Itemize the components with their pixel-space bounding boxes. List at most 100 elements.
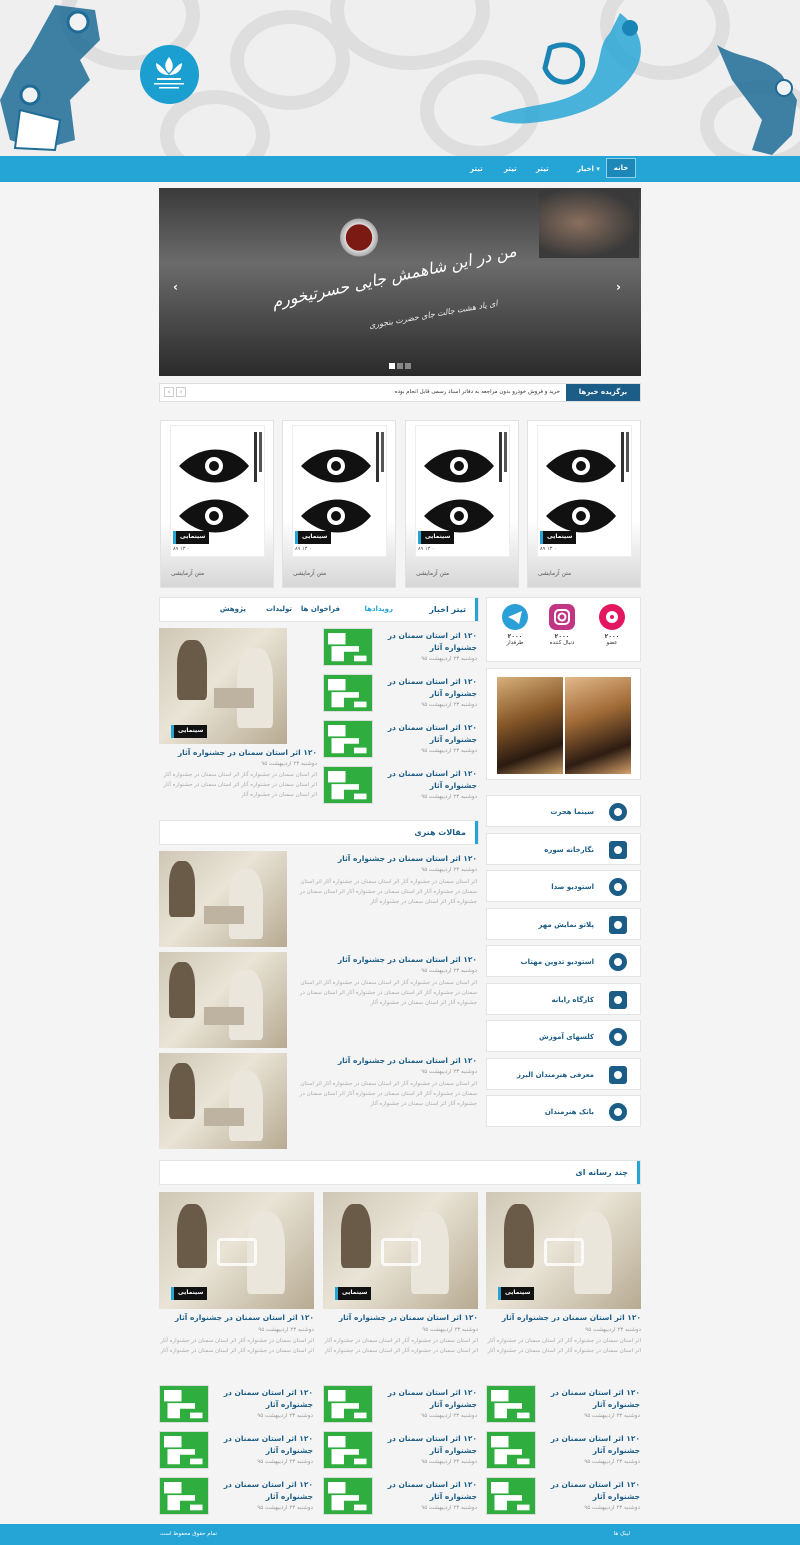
slider-dot[interactable] bbox=[397, 363, 403, 369]
service-item[interactable]: سینما هجرت bbox=[486, 795, 641, 827]
footer-links[interactable]: لینک ها bbox=[614, 1524, 630, 1545]
nav-item-home[interactable]: خانه bbox=[606, 158, 636, 178]
featured-news-body: اثر استان سمنان در جشنواره آثار اثر استا… bbox=[163, 772, 317, 798]
media-list-title[interactable]: ۱۲۰ اثر استان سمنان در جشنواره آثار bbox=[380, 1387, 477, 1411]
featured-news-title[interactable]: ۱۲۰ اثر استان سمنان در جشنواره آثار bbox=[159, 747, 317, 759]
news-item-title[interactable]: ۱۲۰ اثر استان سمنان در جشنواره آثار bbox=[380, 768, 477, 792]
article-title[interactable]: ۱۲۰ اثر استان سمنان در جشنواره آثار bbox=[295, 853, 477, 865]
media-list-title[interactable]: ۱۲۰ اثر استان سمنان در جشنواره آثار bbox=[543, 1479, 640, 1503]
multimedia-date: دوشنبه ۲۳ اردیبهشت ۹۵ bbox=[422, 1327, 478, 1333]
book-cover-thumbnail[interactable] bbox=[323, 628, 373, 666]
multimedia-title-link[interactable]: ۱۲۰ اثر استان سمنان در جشنواره آثار bbox=[323, 1312, 478, 1324]
book-cover-thumbnail[interactable] bbox=[159, 1477, 209, 1515]
nav-item-news[interactable]: اخبار ▾ bbox=[577, 156, 600, 182]
category-badge: سینمایی bbox=[295, 531, 332, 544]
title-accent bbox=[637, 1161, 640, 1184]
article-title[interactable]: ۱۲۰ اثر استان سمنان در جشنواره آثار bbox=[295, 1055, 477, 1067]
news-tab[interactable]: رویدادها bbox=[364, 605, 393, 613]
card-caption[interactable]: متن آزمایشی bbox=[416, 570, 449, 577]
book-cover-thumbnail[interactable] bbox=[486, 1431, 536, 1469]
book-cover-thumbnail[interactable] bbox=[486, 1385, 536, 1423]
service-item[interactable]: پلاتو نمایش مهر bbox=[486, 907, 641, 940]
card-caption[interactable]: متن آزمایشی bbox=[293, 570, 326, 577]
card-caption[interactable]: متن آزمایشی bbox=[171, 570, 204, 577]
media-list-title[interactable]: ۱۲۰ اثر استان سمنان در جشنواره آثار bbox=[216, 1387, 313, 1411]
featured-news-date: دوشنبه ۲۳ اردیبهشت ۹۵ bbox=[261, 761, 317, 767]
book-cover-thumbnail[interactable] bbox=[323, 766, 373, 804]
multimedia-title-link[interactable]: ۱۲۰ اثر استان سمنان در جشنواره آثار bbox=[486, 1312, 641, 1324]
service-item[interactable]: نگارخانه سوره bbox=[486, 832, 641, 865]
service-item[interactable]: استودیو صدا bbox=[486, 870, 641, 902]
article-photo[interactable] bbox=[159, 851, 287, 947]
multimedia-body: اثر استان سمنان در جشنواره آثار اثر استا… bbox=[487, 1338, 641, 1354]
lotus-emblem-icon bbox=[154, 57, 184, 89]
media-list-title[interactable]: ۱۲۰ اثر استان سمنان در جشنواره آثار bbox=[543, 1433, 640, 1457]
media-list-title[interactable]: ۱۲۰ اثر استان سمنان در جشنواره آثار bbox=[216, 1433, 313, 1457]
featured-card[interactable]: سینمایی ۸۹ ۱۳ ۰ متن آزمایشی bbox=[527, 420, 641, 588]
media-list-date: دوشنبه ۲۳ اردیبهشت ۹۵ bbox=[257, 1413, 313, 1419]
ticker-prev-button[interactable]: ‹ bbox=[164, 387, 174, 397]
book-cover-thumbnail[interactable] bbox=[323, 1431, 373, 1469]
media-list-title[interactable]: ۱۲۰ اثر استان سمنان در جشنواره آثار bbox=[380, 1479, 477, 1503]
news-tab[interactable]: پژوهش bbox=[220, 605, 246, 613]
card-caption[interactable]: متن آزمایشی bbox=[538, 570, 571, 577]
site-logo[interactable] bbox=[140, 45, 199, 104]
service-item[interactable]: استودیو تدوین مهتاب bbox=[486, 945, 641, 977]
social-item[interactable]: ۲۰۰۰ دنبال کننده bbox=[542, 604, 582, 659]
news-tab[interactable]: تولیدات bbox=[266, 605, 292, 613]
news-box-title: تیتر اخبار bbox=[429, 605, 466, 614]
multimedia-photo[interactable]: سینمایی bbox=[486, 1192, 641, 1309]
ticker-text[interactable]: خرید و فروش خودرو بدون مراجعه به دفاتر ا… bbox=[260, 384, 560, 401]
book-cover-thumbnail[interactable] bbox=[323, 1385, 373, 1423]
media-list-title[interactable]: ۱۲۰ اثر استان سمنان در جشنواره آثار bbox=[380, 1433, 477, 1457]
main-navigation: اخبار ▾ تیتر تیتر تیتر bbox=[0, 156, 800, 182]
multimedia-title-link[interactable]: ۱۲۰ اثر استان سمنان در جشنواره آثار bbox=[159, 1312, 314, 1324]
nav-item-title-3[interactable]: تیتر bbox=[470, 156, 483, 182]
social-label: طرفدار bbox=[506, 640, 524, 646]
featured-news-photo[interactable]: سینمایی bbox=[159, 628, 287, 744]
footer: لینک ها تمام حقوق محفوظ است bbox=[0, 1524, 800, 1545]
service-item[interactable]: معرفی هنرمندان البرز bbox=[486, 1057, 641, 1090]
featured-card[interactable]: سینمایی ۸۹ ۱۳ ۰ متن آزمایشی bbox=[160, 420, 274, 588]
slider-dot[interactable] bbox=[405, 363, 411, 369]
book-cover-thumbnail[interactable] bbox=[323, 674, 373, 712]
featured-card[interactable]: سینمایی ۸۹ ۱۳ ۰ متن آزمایشی bbox=[282, 420, 396, 588]
article-photo[interactable] bbox=[159, 1053, 287, 1149]
category-badge: سینمایی bbox=[335, 1287, 372, 1300]
social-item[interactable]: ۲۰۰۰ عضو bbox=[592, 604, 632, 659]
portrait-photo[interactable] bbox=[497, 677, 563, 774]
book-cover-thumbnail[interactable] bbox=[323, 720, 373, 758]
news-item-title[interactable]: ۱۲۰ اثر استان سمنان در جشنواره آثار bbox=[380, 676, 477, 700]
book-cover-thumbnail[interactable] bbox=[159, 1431, 209, 1469]
slider-next-arrow-icon[interactable]: › bbox=[616, 280, 621, 294]
service-item[interactable]: کلسهای آموزش bbox=[486, 1020, 641, 1052]
article-photo[interactable] bbox=[159, 952, 287, 1048]
news-item-title[interactable]: ۱۲۰ اثر استان سمنان در جشنواره آثار bbox=[380, 722, 477, 746]
slider-prev-arrow-icon[interactable]: ‹ bbox=[173, 280, 178, 294]
media-list-date: دوشنبه ۲۳ اردیبهشت ۹۵ bbox=[421, 1505, 477, 1511]
news-item-title[interactable]: ۱۲۰ اثر استان سمنان در جشنواره آثار bbox=[380, 630, 477, 654]
portrait-photo[interactable] bbox=[565, 677, 631, 774]
slider-dot[interactable] bbox=[389, 363, 395, 369]
ticker-next-button[interactable]: › bbox=[176, 387, 186, 397]
hero-slider[interactable]: من در این شاهمش جایی حسرتیخورم ای یاد هش… bbox=[159, 188, 641, 376]
service-item[interactable]: کارگاه رایانه bbox=[486, 982, 641, 1015]
social-item[interactable]: ۲۰۰۰ طرفدار bbox=[495, 604, 535, 659]
multimedia-photo[interactable]: سینمایی bbox=[323, 1192, 478, 1309]
nav-item-title-1[interactable]: تیتر bbox=[536, 156, 549, 182]
card-date: ۸۹ ۱۳ ۰ bbox=[295, 546, 312, 552]
article-title[interactable]: ۱۲۰ اثر استان سمنان در جشنواره آثار bbox=[295, 954, 477, 966]
service-item[interactable]: بانک هنرمندان bbox=[486, 1095, 641, 1127]
media-list-date: دوشنبه ۲۳ اردیبهشت ۹۵ bbox=[421, 1459, 477, 1465]
media-list-title[interactable]: ۱۲۰ اثر استان سمنان در جشنواره آثار bbox=[216, 1479, 313, 1503]
news-tab[interactable]: فراخوان ها bbox=[301, 605, 340, 613]
service-label: کلسهای آموزش bbox=[539, 1033, 594, 1041]
book-cover-thumbnail[interactable] bbox=[486, 1477, 536, 1515]
multimedia-photo[interactable]: سینمایی bbox=[159, 1192, 314, 1309]
nav-item-title-2[interactable]: تیتر bbox=[504, 156, 517, 182]
media-list-title[interactable]: ۱۲۰ اثر استان سمنان در جشنواره آثار bbox=[543, 1387, 640, 1411]
group-icon bbox=[606, 1101, 630, 1123]
book-cover-thumbnail[interactable] bbox=[323, 1477, 373, 1515]
book-cover-thumbnail[interactable] bbox=[159, 1385, 209, 1423]
featured-card[interactable]: سینمایی ۸۹ ۱۳ ۰ متن آزمایشی bbox=[405, 420, 519, 588]
